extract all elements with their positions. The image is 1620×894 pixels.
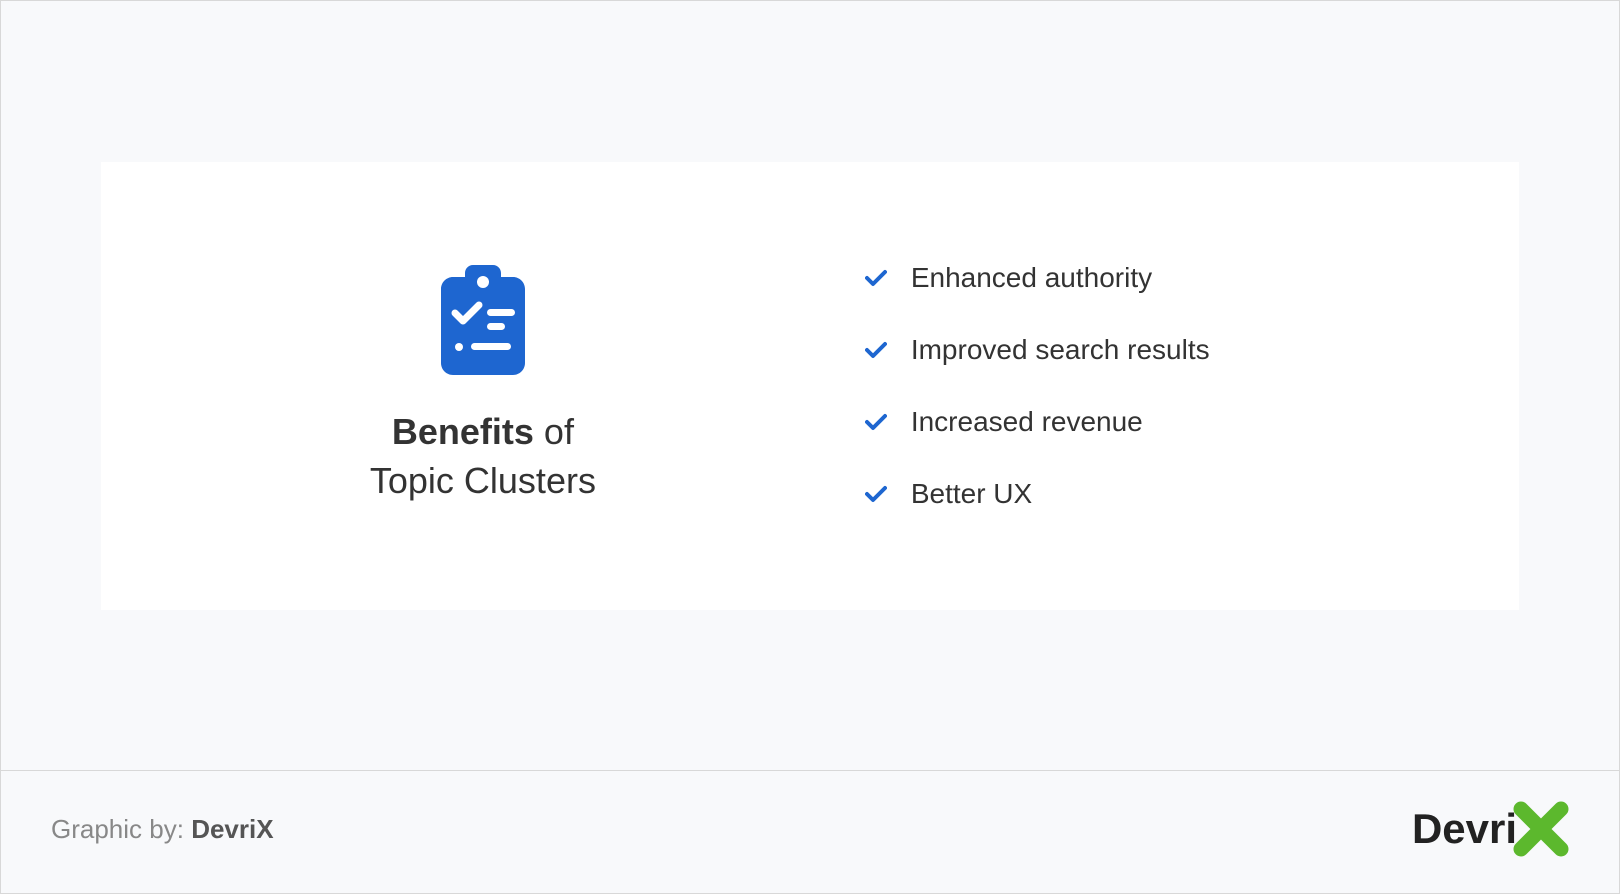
- benefit-label: Improved search results: [911, 334, 1210, 366]
- check-icon: [865, 478, 887, 510]
- clipboard-checklist-icon: [437, 265, 529, 380]
- benefit-label: Better UX: [911, 478, 1032, 510]
- list-item: Improved search results: [865, 334, 1439, 366]
- footer: Graphic by: DevriX Devri: [1, 770, 1619, 893]
- benefits-section: Enhanced authority Improved search resul…: [785, 262, 1439, 510]
- credit-brand: DevriX: [191, 814, 273, 844]
- logo-text: Devri: [1412, 805, 1517, 853]
- graphic-container: Benefits of Topic Clusters Enhanced auth…: [0, 0, 1620, 894]
- logo-x-icon: [1513, 801, 1569, 857]
- check-icon: [865, 406, 887, 438]
- devrix-logo: Devri: [1412, 801, 1569, 857]
- title-bold: Benefits: [392, 411, 534, 452]
- graphic-title: Benefits of Topic Clusters: [370, 408, 596, 505]
- list-item: Enhanced authority: [865, 262, 1439, 294]
- benefit-label: Increased revenue: [911, 406, 1143, 438]
- credit-text: Graphic by: DevriX: [51, 814, 274, 845]
- title-of: of: [544, 411, 574, 452]
- check-icon: [865, 334, 887, 366]
- title-section: Benefits of Topic Clusters: [181, 265, 785, 505]
- benefit-label: Enhanced authority: [911, 262, 1152, 294]
- content-card: Benefits of Topic Clusters Enhanced auth…: [101, 162, 1519, 610]
- list-item: Better UX: [865, 478, 1439, 510]
- title-line2: Topic Clusters: [370, 460, 596, 501]
- main-area: Benefits of Topic Clusters Enhanced auth…: [1, 1, 1619, 770]
- list-item: Increased revenue: [865, 406, 1439, 438]
- check-icon: [865, 262, 887, 294]
- benefits-list: Enhanced authority Improved search resul…: [865, 262, 1439, 510]
- credit-label: Graphic by:: [51, 814, 184, 844]
